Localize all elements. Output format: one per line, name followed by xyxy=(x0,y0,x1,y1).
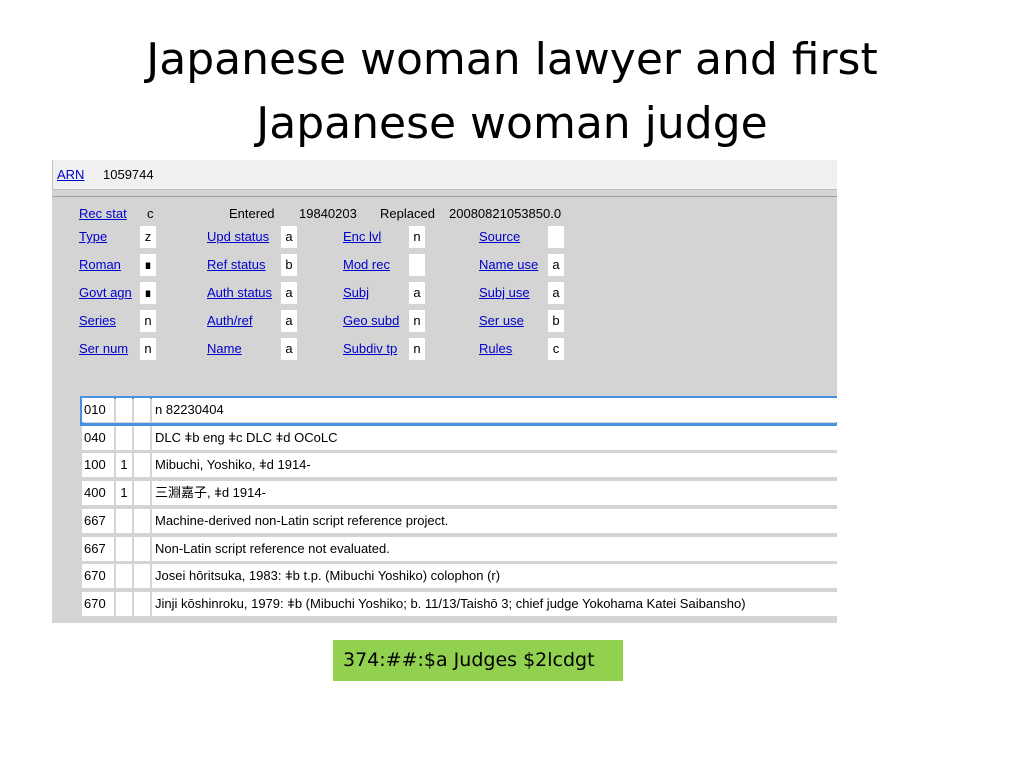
ser-num-value-field[interactable]: n xyxy=(140,338,156,360)
roman-link[interactable]: Roman xyxy=(79,257,121,272)
indicator-2[interactable] xyxy=(134,564,150,588)
indicator-1[interactable]: 1 xyxy=(116,481,132,505)
entered-label: Entered xyxy=(229,206,275,221)
name-use-link[interactable]: Name use xyxy=(479,257,538,272)
subj-link[interactable]: Subj xyxy=(343,285,369,300)
field-data[interactable]: n 82230404 xyxy=(152,398,837,422)
replaced-label: Replaced xyxy=(380,206,435,221)
slide-title: Japanese woman lawyer and first Japanese… xyxy=(0,28,1024,156)
variable-field-row[interactable]: 400 1 三淵嘉子, ǂd 1914- xyxy=(82,481,837,505)
field-data[interactable]: 三淵嘉子, ǂd 1914- xyxy=(152,481,837,505)
source-value-field[interactable] xyxy=(548,226,564,248)
subj-use-value-field[interactable]: a xyxy=(548,282,564,304)
arn-link[interactable]: ARN xyxy=(57,167,84,182)
arn-value: 1059744 xyxy=(103,167,154,182)
roman-value-field[interactable]: ∎ xyxy=(140,254,156,276)
indicator-1[interactable]: 1 xyxy=(116,453,132,477)
field-data[interactable]: DLC ǂb eng ǂc DLC ǂd OCoLC xyxy=(152,426,837,450)
field-tag[interactable]: 670 xyxy=(82,592,114,616)
upd-status-value-field[interactable]: a xyxy=(281,226,297,248)
govt-agn-link[interactable]: Govt agn xyxy=(79,285,132,300)
rec-stat-value: c xyxy=(147,206,154,221)
slide-title-line-1: Japanese woman lawyer and first xyxy=(146,34,878,85)
field-data[interactable]: Machine-derived non-Latin script referen… xyxy=(152,509,837,533)
ref-status-link[interactable]: Ref status xyxy=(207,257,266,272)
fixed-field-panel: Rec stat c Entered 19840203 Replaced 200… xyxy=(52,196,837,422)
field-374-badge: 374:##:$a Judges $2lcdgt xyxy=(333,640,623,681)
mod-rec-link[interactable]: Mod rec xyxy=(343,257,390,272)
govt-agn-value-field[interactable]: ∎ xyxy=(140,282,156,304)
subj-value-field[interactable]: a xyxy=(409,282,425,304)
indicator-2[interactable] xyxy=(134,592,150,616)
indicator-1[interactable] xyxy=(116,509,132,533)
indicator-1[interactable] xyxy=(116,426,132,450)
variable-field-row[interactable]: 670 Josei hōritsuka, 1983: ǂb t.p. (Mibuc… xyxy=(82,564,837,588)
variable-field-row[interactable]: 040 DLC ǂb eng ǂc DLC ǂd OCoLC xyxy=(82,426,837,450)
source-link[interactable]: Source xyxy=(479,229,520,244)
indicator-1[interactable] xyxy=(116,537,132,561)
rules-value-field[interactable]: c xyxy=(548,338,564,360)
variable-fields-list: 010 n 82230404 040 DLC ǂb eng ǂc DLC ǂd OCo… xyxy=(80,396,837,623)
indicator-2[interactable] xyxy=(134,481,150,505)
type-value-field[interactable]: z xyxy=(140,226,156,248)
series-value-field[interactable]: n xyxy=(140,310,156,332)
auth-ref-value-field[interactable]: a xyxy=(281,310,297,332)
indicator-1[interactable] xyxy=(116,592,132,616)
ref-status-value-field[interactable]: b xyxy=(281,254,297,276)
indicator-2[interactable] xyxy=(134,426,150,450)
name-value-field[interactable]: a xyxy=(281,338,297,360)
variable-field-row[interactable]: 667 Non-Latin script reference not evalua… xyxy=(82,537,837,561)
variable-field-row[interactable]: 010 n 82230404 xyxy=(80,396,837,426)
authority-record-screenshot: ARN 1059744 Rec stat c Entered 19840203 … xyxy=(52,160,837,623)
enc-lvl-link[interactable]: Enc lvl xyxy=(343,229,381,244)
variable-field-row[interactable]: 670 Jinji kōshinroku, 1979: ǂb (Mibuchi Y… xyxy=(82,592,837,616)
subj-use-link[interactable]: Subj use xyxy=(479,285,530,300)
auth-ref-link[interactable]: Auth/ref xyxy=(207,313,253,328)
field-tag[interactable]: 400 xyxy=(82,481,114,505)
ser-use-link[interactable]: Ser use xyxy=(479,313,524,328)
variable-field-row[interactable]: 100 1 Mibuchi, Yoshiko, ǂd 1914- xyxy=(82,453,837,477)
entered-value: 19840203 xyxy=(299,206,357,221)
enc-lvl-value-field[interactable]: n xyxy=(409,226,425,248)
ser-num-link[interactable]: Ser num xyxy=(79,341,128,356)
replaced-value: 20080821053850.0 xyxy=(449,206,562,221)
indicator-1[interactable] xyxy=(116,398,132,422)
field-data[interactable]: Josei hōritsuka, 1983: ǂb t.p. (Mibuchi … xyxy=(152,564,837,588)
field-tag[interactable]: 100 xyxy=(82,453,114,477)
mod-rec-value-field[interactable] xyxy=(409,254,425,276)
indicator-2[interactable] xyxy=(134,398,150,422)
rec-stat-link[interactable]: Rec stat xyxy=(79,206,127,221)
rules-link[interactable]: Rules xyxy=(479,341,512,356)
ser-use-value-field[interactable]: b xyxy=(548,310,564,332)
subdiv-tp-value-field[interactable]: n xyxy=(409,338,425,360)
name-use-value-field[interactable]: a xyxy=(548,254,564,276)
type-link[interactable]: Type xyxy=(79,229,107,244)
indicator-2[interactable] xyxy=(134,509,150,533)
geo-subd-value-field[interactable]: n xyxy=(409,310,425,332)
series-link[interactable]: Series xyxy=(79,313,116,328)
field-data[interactable]: Non-Latin script reference not evaluated… xyxy=(152,537,837,561)
field-tag[interactable]: 667 xyxy=(82,509,114,533)
variable-field-row[interactable]: 667 Machine-derived non-Latin script refe… xyxy=(82,509,837,533)
field-tag[interactable]: 040 xyxy=(82,426,114,450)
subdiv-tp-link[interactable]: Subdiv tp xyxy=(343,341,397,356)
indicator-1[interactable] xyxy=(116,564,132,588)
field-data[interactable]: Jinji kōshinroku, 1979: ǂb (Mibuchi Yosh… xyxy=(152,592,837,616)
auth-status-link[interactable]: Auth status xyxy=(207,285,272,300)
name-link[interactable]: Name xyxy=(207,341,242,356)
field-tag[interactable]: 010 xyxy=(82,398,114,422)
field-data[interactable]: Mibuchi, Yoshiko, ǂd 1914- xyxy=(152,453,837,477)
auth-status-value-field[interactable]: a xyxy=(281,282,297,304)
slide-title-line-2: Japanese woman judge xyxy=(256,98,768,149)
field-tag[interactable]: 667 xyxy=(82,537,114,561)
field-tag[interactable]: 670 xyxy=(82,564,114,588)
indicator-2[interactable] xyxy=(134,453,150,477)
arn-bar: ARN 1059744 xyxy=(52,160,837,190)
indicator-2[interactable] xyxy=(134,537,150,561)
geo-subd-link[interactable]: Geo subd xyxy=(343,313,399,328)
upd-status-link[interactable]: Upd status xyxy=(207,229,269,244)
